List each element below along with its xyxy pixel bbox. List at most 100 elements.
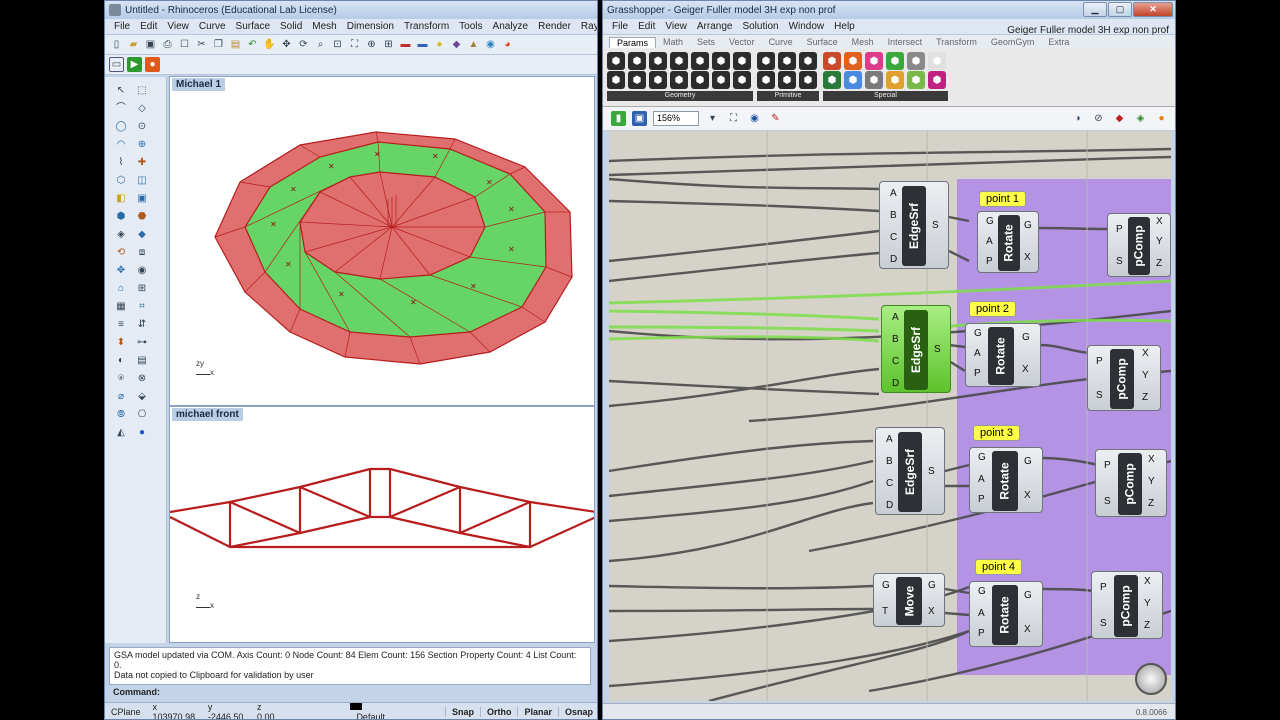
gh-menu-item[interactable]: Edit (633, 21, 660, 32)
edgesrf-component-3[interactable]: A B C D EdgeSrf S (875, 427, 945, 515)
ribbon-param-icon[interactable]: ⬢ (712, 52, 730, 70)
side-tool-icon[interactable]: ⧈ (134, 245, 150, 261)
ribbon-param-icon[interactable]: ⬢ (757, 71, 775, 89)
move-view-icon[interactable]: ✥ (279, 37, 294, 52)
move-component[interactable]: G T Move G X (873, 573, 945, 627)
zoom-dropdown-arrow-icon[interactable]: ▾ (705, 111, 720, 126)
gh-tab[interactable]: Params (609, 36, 657, 48)
ribbon-param-icon[interactable]: ⬢ (886, 52, 904, 70)
rhino-menu-item[interactable]: View (162, 21, 194, 32)
side-tool-icon[interactable]: ⇵ (134, 317, 150, 333)
ribbon-param-icon[interactable]: ⬢ (844, 71, 862, 89)
side-tool-icon[interactable]: ▤ (134, 353, 150, 369)
command-prompt[interactable]: Command: (109, 687, 591, 701)
rhino-menu-item[interactable]: Tools (454, 21, 487, 32)
side-tool-icon[interactable]: ◯ (113, 119, 129, 135)
render-color-wheel-icon[interactable]: ◕ (500, 37, 515, 52)
pcomp-component-3[interactable]: P S pComp X Y Z (1095, 449, 1167, 517)
ribbon-param-icon[interactable]: ⬢ (907, 71, 925, 89)
preview-wireframe-icon[interactable]: ◑ (1070, 111, 1085, 126)
zoom-extents-canvas-icon[interactable]: ⛶ (726, 111, 741, 126)
undo-icon[interactable]: ↶ (245, 37, 260, 52)
rotate-component-1[interactable]: G A P Rotate G X (977, 211, 1039, 273)
paste-icon[interactable]: ▤ (228, 37, 243, 52)
ribbon-param-icon[interactable]: ⬢ (907, 52, 925, 70)
gh-menu-item[interactable]: Window (784, 21, 830, 32)
pcomp-component-1[interactable]: P S pComp X Y Z (1107, 213, 1171, 277)
ribbon-param-icon[interactable]: ⬢ (865, 52, 883, 70)
gh-tab[interactable]: Sets (690, 37, 722, 47)
side-tool-icon[interactable]: ◠ (113, 137, 129, 153)
viewport-perspective[interactable]: Michael 1 ✕ ✕ ✕ ✕ ✕ ✕ ✕ ✕ ✕ ✕ ✕ ✕ zy x (169, 76, 595, 406)
copy-icon[interactable]: ❐ (211, 37, 226, 52)
gh-menu-item[interactable]: Solution (737, 21, 783, 32)
ribbon-param-icon[interactable]: ⬢ (823, 52, 841, 70)
rhino-menu-item[interactable]: Solid (275, 21, 307, 32)
light-bulb-icon[interactable]: ● (432, 37, 447, 52)
side-tool-icon[interactable]: ✥ (113, 263, 129, 279)
rhino-menu-item[interactable]: Edit (135, 21, 162, 32)
gh-tab[interactable]: Surface (800, 37, 845, 47)
side-tool-icon[interactable]: ◈ (113, 227, 129, 243)
play-icon[interactable]: ▶ (127, 57, 142, 72)
preview-eye-icon[interactable]: ◉ (747, 111, 762, 126)
edgesrf-component-2-selected[interactable]: A B C D EdgeSrf S (881, 305, 951, 393)
rhino-menu-item[interactable]: Raytrace (576, 21, 597, 32)
pcomp-component-2[interactable]: P S pComp X Y Z (1087, 345, 1161, 411)
ribbon-param-icon[interactable]: ⬢ (928, 71, 946, 89)
pcomp-component-4[interactable]: P S pComp X Y Z (1091, 571, 1163, 639)
gh-tab[interactable]: Vector (722, 37, 762, 47)
pan-hand-icon[interactable]: ✋ (262, 37, 277, 52)
open-folder-icon[interactable]: ▰ (126, 37, 141, 52)
ribbon-param-icon[interactable]: ⬢ (649, 71, 667, 89)
ribbon-param-icon[interactable]: ⬢ (886, 71, 904, 89)
side-tool-icon[interactable]: ⬡ (113, 173, 129, 189)
point-2-label[interactable]: point 2 (969, 301, 1017, 317)
ribbon-param-icon[interactable]: ⬢ (712, 71, 730, 89)
gh-menu-item[interactable]: Arrange (692, 21, 738, 32)
ribbon-param-icon[interactable]: ⬢ (778, 52, 796, 70)
status-layer[interactable]: Default (344, 702, 405, 719)
status-cplane[interactable]: CPlane (105, 707, 147, 717)
osnap-toggle[interactable]: Osnap (558, 706, 597, 717)
cut-icon[interactable]: ✂ (194, 37, 209, 52)
rotate-component-2[interactable]: G A P Rotate G X (965, 323, 1041, 387)
ribbon-param-icon[interactable]: ⬢ (844, 52, 862, 70)
side-tool-icon[interactable]: ⬚ (134, 83, 150, 99)
ribbon-param-icon[interactable]: ⬢ (823, 71, 841, 89)
side-tool-icon[interactable]: ◫ (134, 173, 150, 189)
planar-toggle[interactable]: Planar (517, 706, 558, 717)
gh-color-ball-icon[interactable]: ● (1154, 111, 1169, 126)
side-tool-icon[interactable]: ⬙ (134, 389, 150, 405)
preview-shaded-icon[interactable]: ⊘ (1091, 111, 1106, 126)
zoom-selected-icon[interactable]: ⊕ (364, 37, 379, 52)
rhino-menu-item[interactable]: Surface (231, 21, 275, 32)
side-tool-icon[interactable]: ▣ (134, 191, 150, 207)
ribbon-param-icon[interactable]: ⬢ (670, 52, 688, 70)
rotate-view-icon[interactable]: ⟳ (296, 37, 311, 52)
edgesrf-component-1[interactable]: A B C D EdgeSrf S (879, 181, 949, 269)
gh-tab[interactable]: Math (656, 37, 690, 47)
gh-menu-item[interactable]: View (660, 21, 692, 32)
gh-close-button[interactable]: ✕ (1133, 2, 1173, 17)
ribbon-param-icon[interactable]: ⬢ (865, 71, 883, 89)
shaded-car-icon[interactable]: ▬ (398, 37, 413, 52)
ribbon-param-icon[interactable]: ⬢ (670, 71, 688, 89)
rhino-menu-item[interactable]: Analyze (488, 21, 534, 32)
ribbon-param-icon[interactable]: ⬢ (607, 71, 625, 89)
side-tool-icon[interactable]: ◭ (113, 425, 129, 441)
side-tool-icon[interactable]: ◇ (134, 101, 150, 117)
side-tool-icon[interactable]: ● (134, 425, 150, 441)
navigation-compass-icon[interactable] (1135, 663, 1167, 695)
gh-tab[interactable]: Intersect (881, 37, 930, 47)
rendered-car-icon[interactable]: ▬ (415, 37, 430, 52)
ribbon-param-icon[interactable]: ⬢ (799, 71, 817, 89)
side-tool-icon[interactable]: ◉ (134, 263, 150, 279)
gh-maximize-button[interactable]: ▢ (1108, 2, 1132, 17)
ribbon-param-icon[interactable]: ⬢ (691, 71, 709, 89)
ribbon-param-icon[interactable]: ⬢ (649, 52, 667, 70)
side-tool-icon[interactable]: ≡ (113, 317, 129, 333)
rhino-menu-item[interactable]: Dimension (342, 21, 399, 32)
snap-toggle[interactable]: Snap (444, 706, 480, 717)
viewport-front[interactable]: michael front z x (169, 406, 595, 643)
